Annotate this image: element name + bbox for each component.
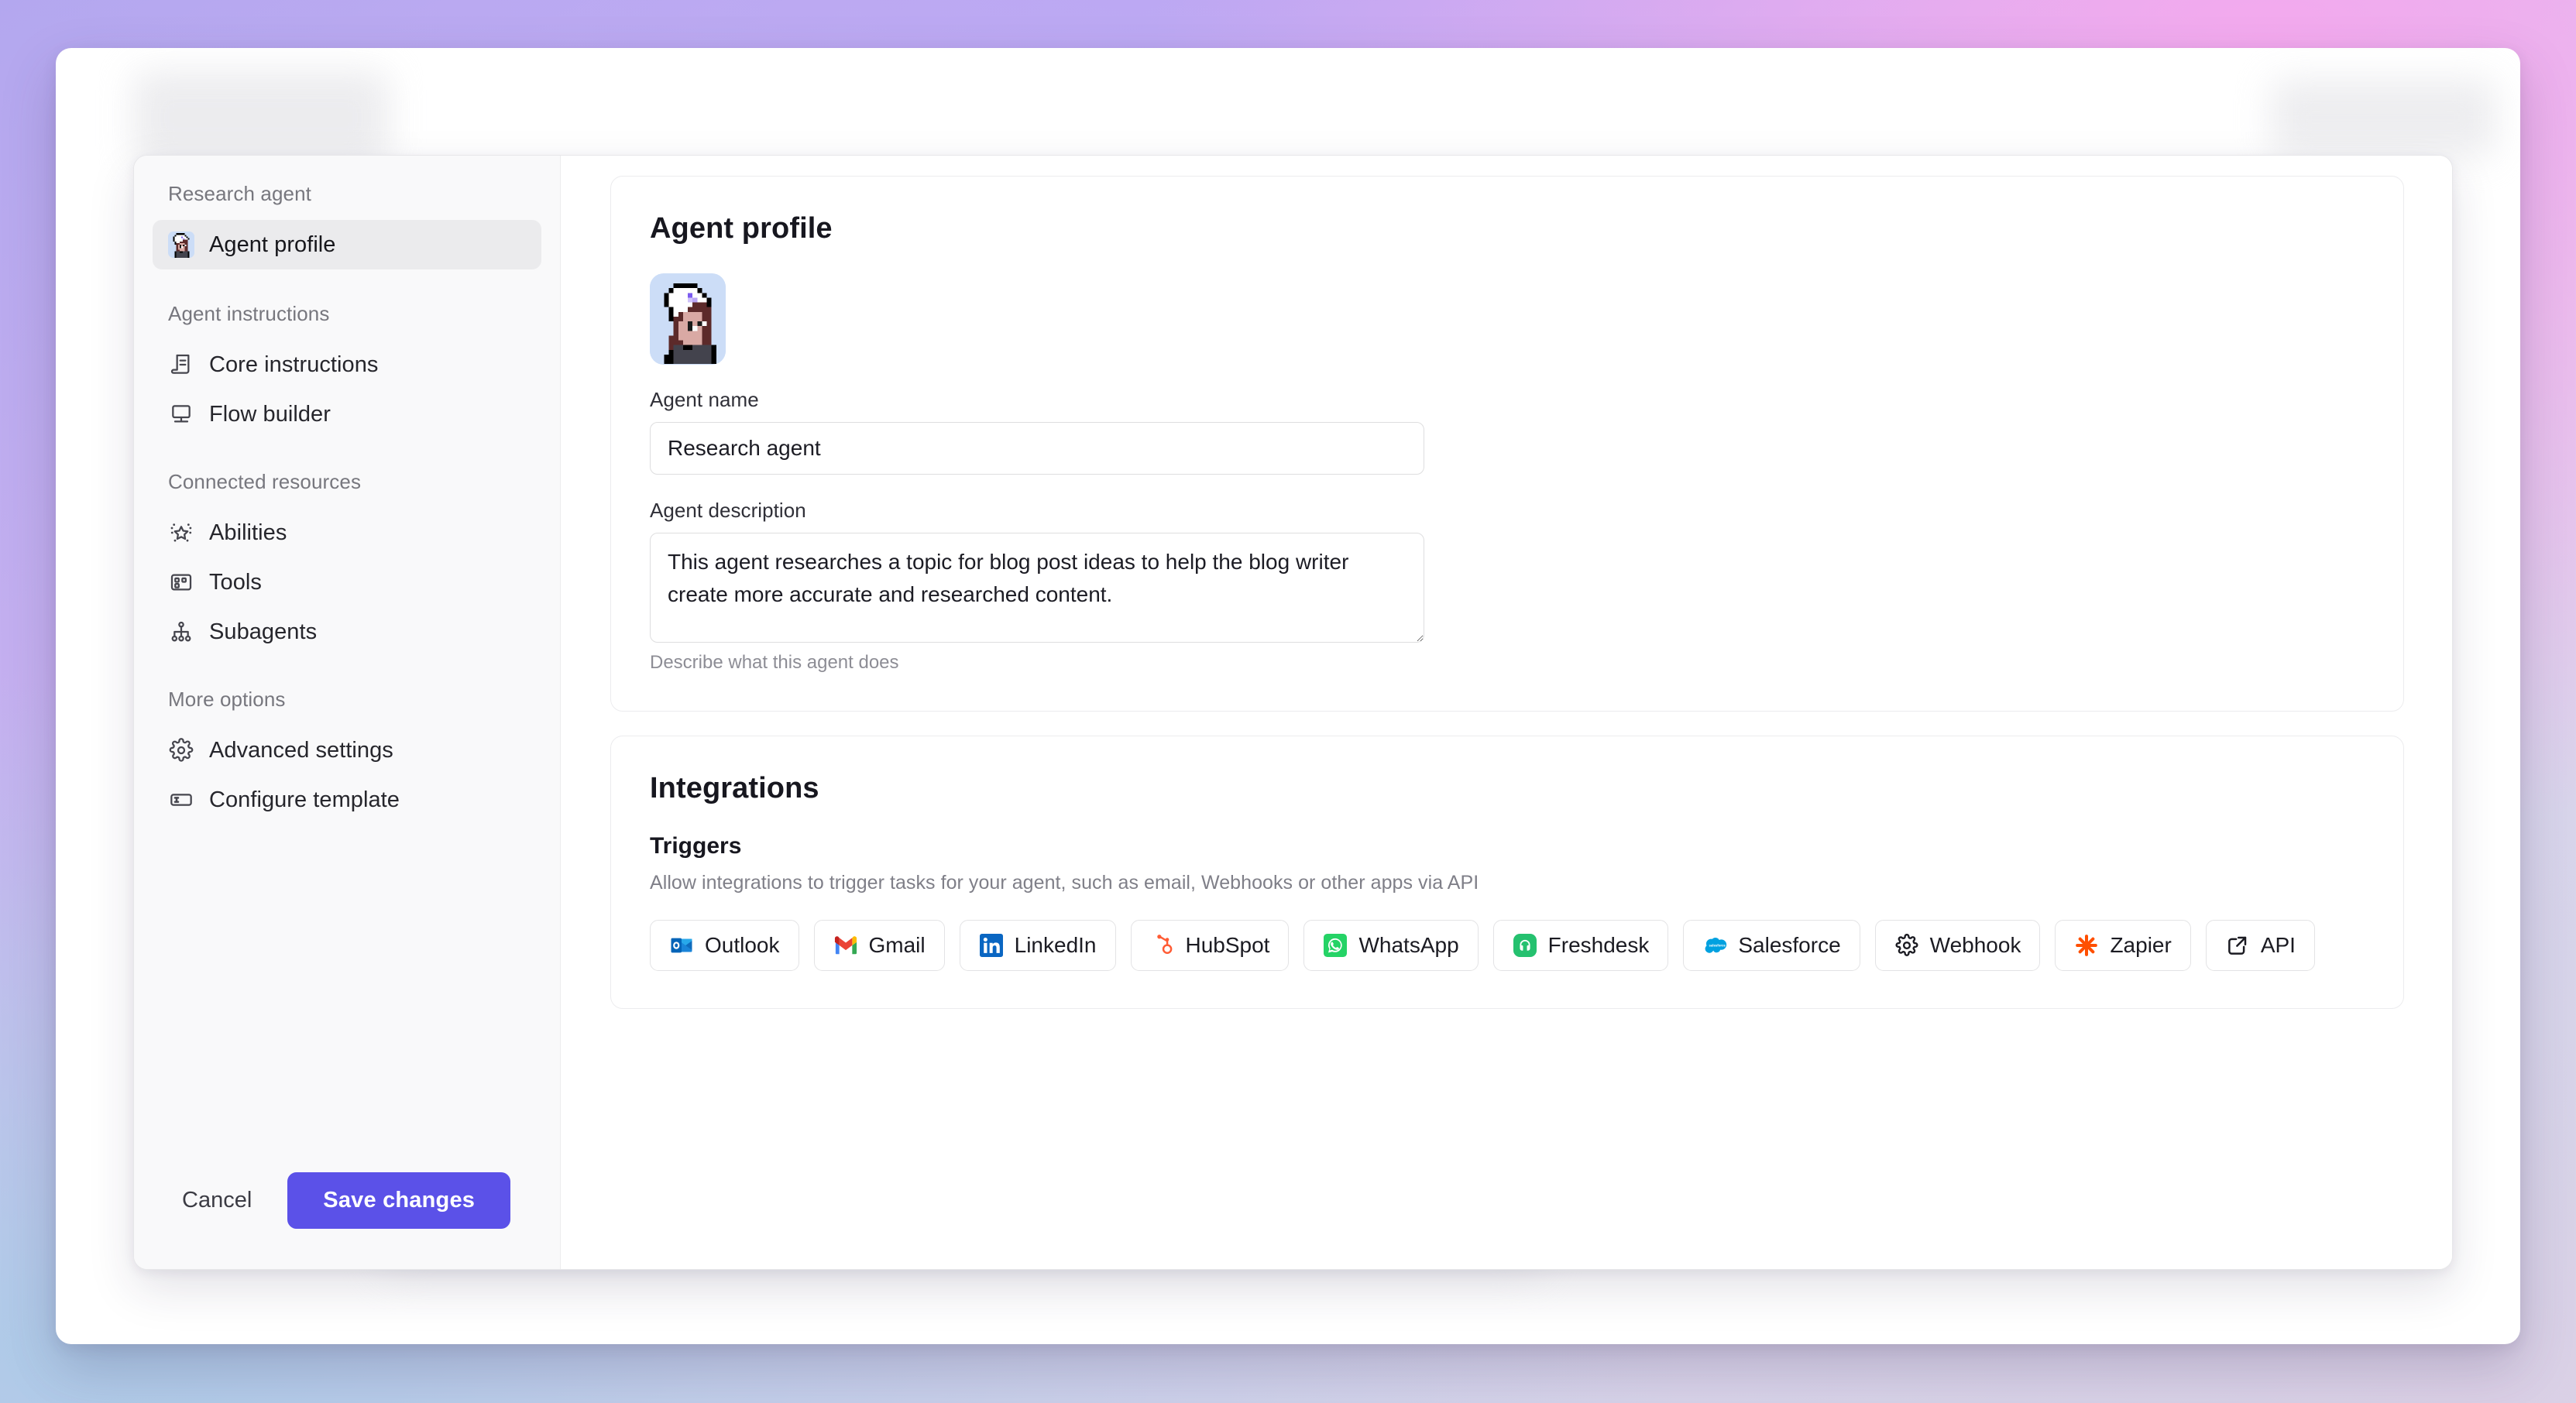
sidebar-group-agent-instructions: Agent instructions Core instructions Flo… [153,302,541,439]
sidebar-item-flow-builder[interactable]: Flow builder [153,389,541,439]
page-title: Agent profile [650,212,833,245]
agent-name-input[interactable] [650,422,1424,475]
dialog-content: Agent profile Agent name Research agent … [561,156,2452,1269]
triggers-description: Allow integrations to trigger tasks for … [650,872,1479,894]
gear-icon [168,737,194,763]
svg-text:salesforce: salesforce [1709,943,1726,947]
freshdesk-icon [1513,933,1537,958]
save-changes-button[interactable]: Save changes [287,1172,511,1229]
whatsapp-icon [1323,933,1348,958]
agent-description-field-block: Agent description This agent researches … [650,499,2365,674]
outlook-icon [669,933,694,958]
agent-description-label: Agent description [650,499,806,522]
integrations-title: Integrations [650,772,819,804]
linkedin-icon [979,933,1004,958]
sidebar-item-label: Abilities [209,520,287,545]
dialog-sidebar: Research agent Agent profile Agent instr… [134,156,561,1269]
sidebar-group-heading: More options [168,688,286,711]
agent-name-label: Agent name [650,388,759,411]
sidebar-group-connected-resources: Connected resources Abilities Tools Suba… [153,470,541,657]
trigger-outlook-button[interactable]: Outlook [650,920,799,971]
dialog-footer-actions: Cancel Save changes [153,1172,541,1269]
triggers-title: Triggers [650,833,742,859]
sidebar-item-label: Subagents [209,619,318,644]
trigger-salesforce-button[interactable]: salesforce Salesforce [1683,920,1860,971]
chip-label: Gmail [868,933,926,957]
sidebar-item-advanced-settings[interactable]: Advanced settings [153,726,541,775]
cancel-button[interactable]: Cancel [157,1174,276,1227]
sidebar-item-label: Tools [209,569,262,595]
agent-profile-card: Agent profile Agent name Research agent … [610,176,2404,712]
trigger-hubspot-button[interactable]: HubSpot [1130,920,1290,971]
sidebar-item-subagents[interactable]: Subagents [153,607,541,657]
sidebar-item-label: Agent profile [209,232,336,257]
sidebar-item-core-instructions[interactable]: Core instructions [153,340,541,389]
chip-label: Webhook [1929,933,2021,957]
gear-webhook-icon [1894,933,1919,958]
trigger-gmail-button[interactable]: Gmail [813,920,945,971]
sidebar-group-heading: Connected resources [168,470,362,493]
hierarchy-tree-icon [168,619,194,645]
trigger-whatsapp-button[interactable]: WhatsApp [1303,920,1479,971]
sparkle-star-icon [168,520,194,546]
template-field-icon [168,787,194,813]
trigger-zapier-button[interactable]: Zapier [2055,920,2191,971]
backdrop-blur-block-left [133,71,389,164]
sidebar-nav-list: Research agent Agent profile Agent instr… [153,182,541,1172]
sidebar-group-heading: Research agent [168,182,311,205]
sidebar-group-heading: Agent instructions [168,302,330,325]
external-link-icon [2225,933,2250,958]
chip-label: Salesforce [1738,933,1841,957]
agent-settings-dialog: Research agent Agent profile Agent instr… [133,155,2453,1270]
avatar[interactable] [650,273,2365,365]
integrations-card: Integrations Triggers Allow integrations… [610,736,2404,1009]
sidebar-item-configure-template[interactable]: Configure template [153,775,541,825]
chip-label: WhatsApp [1358,933,1459,957]
trigger-webhook-button[interactable]: Webhook [1874,920,2041,971]
hubspot-icon [1150,933,1175,958]
trigger-freshdesk-button[interactable]: Freshdesk [1492,920,1669,971]
document-instructions-icon [168,352,194,378]
zapier-icon [2074,933,2099,958]
agent-description-textarea[interactable]: This agent researches a topic for blog p… [650,533,1424,643]
sidebar-item-label: Advanced settings [209,737,393,763]
sidebar-item-agent-profile[interactable]: Agent profile [153,220,541,269]
sidebar-item-label: Configure template [209,787,400,812]
tools-grid-icon [168,569,194,595]
sidebar-item-label: Flow builder [209,401,331,427]
sidebar-item-abilities[interactable]: Abilities [153,508,541,557]
backdrop-blur-block-right [2271,79,2495,156]
flow-monitor-icon [168,401,194,427]
chip-label: API [2260,933,2296,957]
gmail-icon [833,933,858,958]
chip-label: Zapier [2110,933,2172,957]
triggers-chip-row: Outlook Gmail LinkedIn HubSpot WhatsApp … [650,920,2365,971]
sidebar-group-research-agent: Research agent Agent profile [153,182,541,269]
agent-description-help: Describe what this agent does [650,652,899,673]
chip-label: Freshdesk [1547,933,1650,957]
sidebar-item-label: Core instructions [209,352,379,377]
agent-name-field-block: Agent name [650,388,2365,475]
sidebar-group-more-options: More options Advanced settings Configure… [153,688,541,825]
trigger-linkedin-button[interactable]: LinkedIn [959,920,1116,971]
chip-label: Outlook [705,933,780,957]
salesforce-icon: salesforce [1702,933,1727,958]
chip-label: HubSpot [1185,933,1270,957]
sidebar-item-tools[interactable]: Tools [153,557,541,607]
trigger-api-button[interactable]: API [2205,920,2315,971]
chip-label: LinkedIn [1014,933,1097,957]
agent-avatar-icon [168,232,194,258]
